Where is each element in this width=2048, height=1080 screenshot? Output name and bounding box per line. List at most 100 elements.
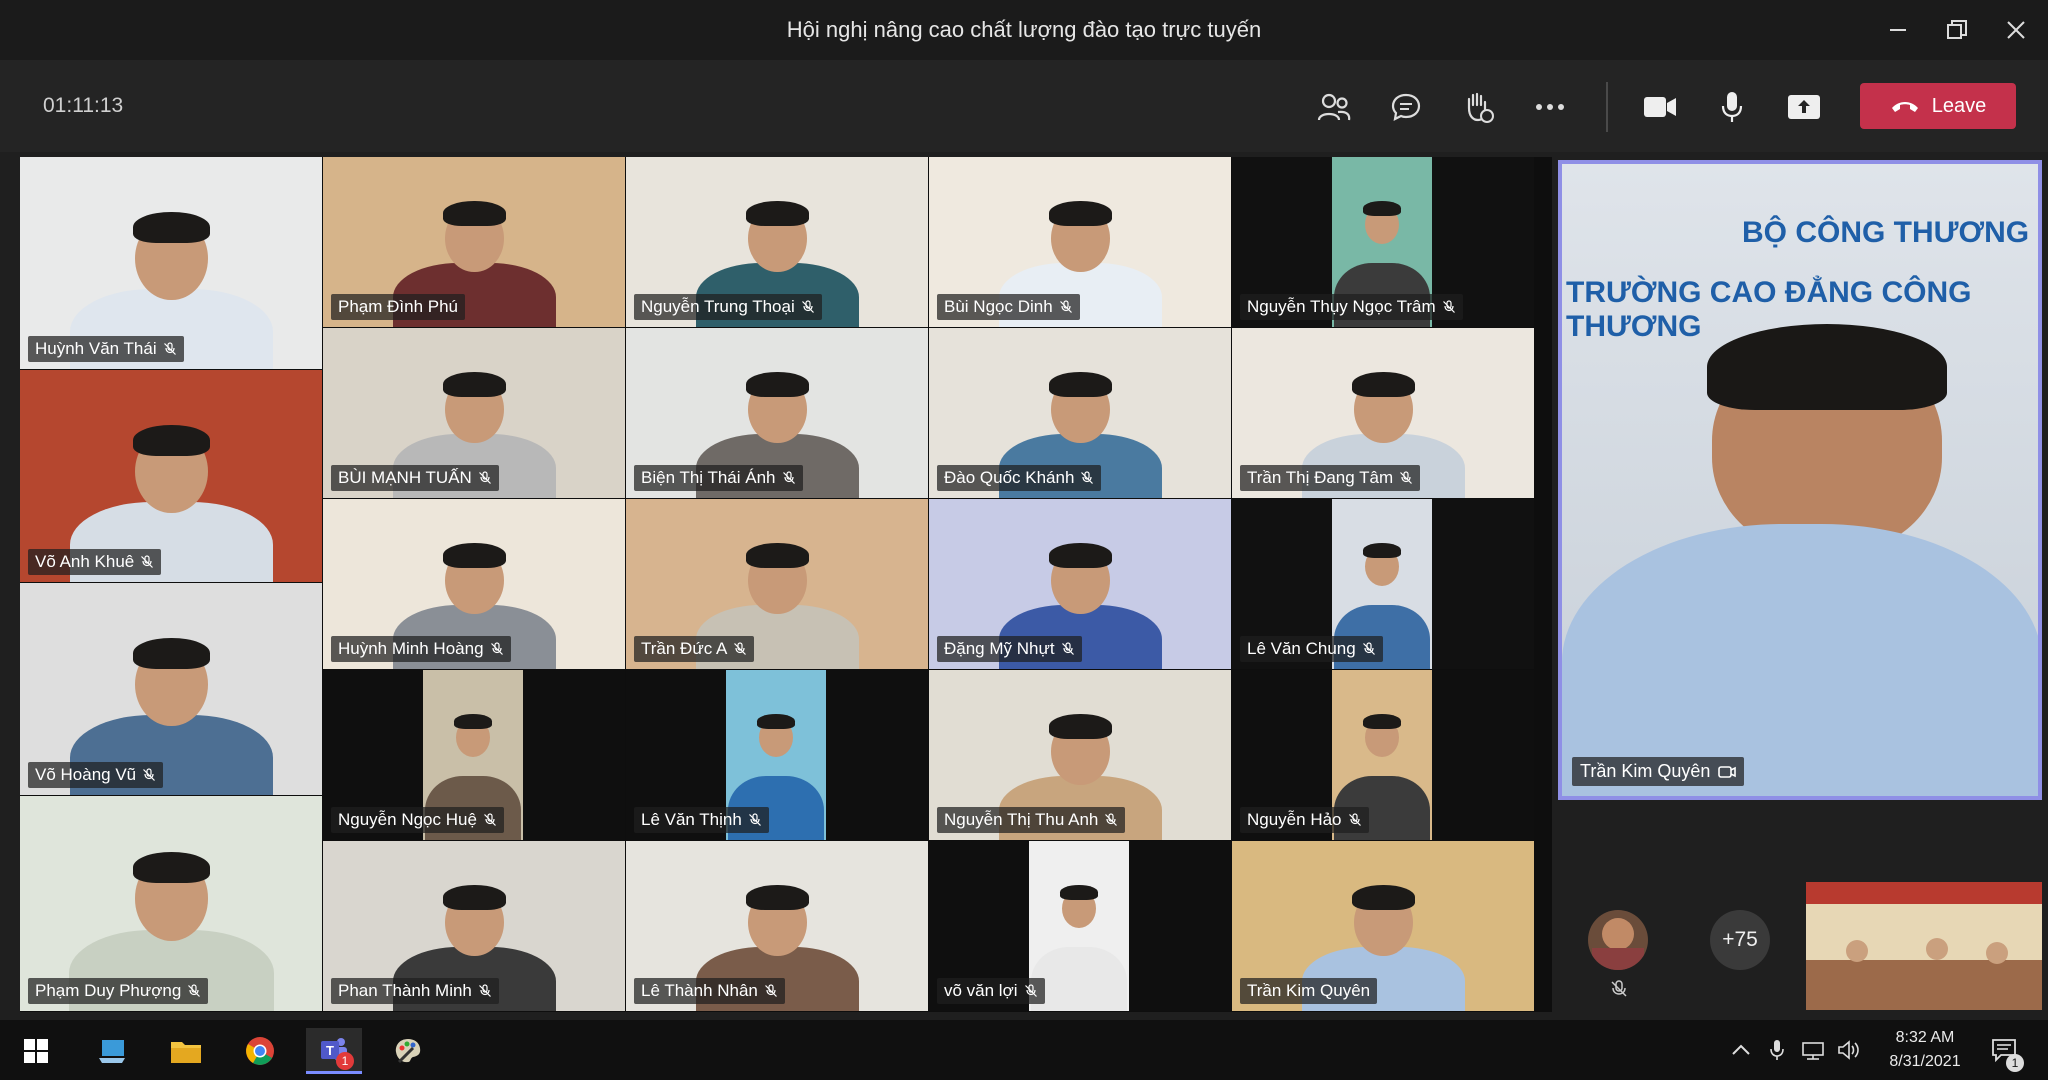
- tray-volume[interactable]: [1834, 1020, 1864, 1080]
- participant-name: Trần Thị Đang Tâm: [1247, 468, 1394, 487]
- participant-name: Huỳnh Văn Thái: [35, 339, 157, 358]
- participant-video-tile[interactable]: Đào Quốc Khánh: [929, 328, 1231, 498]
- participant-name: Nguyễn Thị Thu Anh: [944, 810, 1099, 829]
- microphone-button[interactable]: [1708, 84, 1756, 130]
- minimize-button[interactable]: [1878, 12, 1918, 48]
- mic-off-icon: [143, 768, 156, 781]
- taskbar-file-explorer[interactable]: [158, 1028, 214, 1074]
- participant-hair: [1352, 372, 1415, 397]
- mic-off-icon: [1611, 980, 1627, 997]
- taskbar-teams[interactable]: T 1: [306, 1028, 362, 1074]
- mic-off-icon: [141, 555, 154, 568]
- participant-video-tile[interactable]: võ văn lợi: [929, 841, 1231, 1011]
- participant-video-tile[interactable]: Lê Văn Thịnh: [626, 670, 928, 840]
- mic-off-icon: [483, 813, 496, 826]
- speaker-hair: [1707, 324, 1947, 410]
- participant-video-tile[interactable]: Huỳnh Văn Thái: [20, 157, 322, 369]
- participant-name-label: Trần Kim Quyên: [1240, 978, 1378, 1004]
- participant-name-label: võ văn lợi: [937, 978, 1045, 1004]
- participant-video-tile[interactable]: Bùi Ngọc Dinh: [929, 157, 1231, 327]
- participant-video-tile[interactable]: Phạm Đình Phú: [323, 157, 625, 327]
- participant-name: Phạm Đình Phú: [338, 297, 459, 316]
- participant-video-tile[interactable]: Lê Văn Chung: [1232, 499, 1534, 669]
- show-hidden-icons-button[interactable]: [1726, 1020, 1756, 1080]
- mic-off-icon: [478, 984, 491, 997]
- participant-name-label: Nguyễn Trung Thoại: [634, 294, 822, 320]
- tray-network[interactable]: [1798, 1020, 1828, 1080]
- pinned-icon: [1718, 765, 1737, 778]
- computer-icon: [99, 1040, 125, 1063]
- participant-video-tile[interactable]: Biện Thị Thái Ánh: [626, 328, 928, 498]
- close-button[interactable]: [1996, 12, 2036, 48]
- participant-video-tile[interactable]: Đặng Mỹ Nhựt: [929, 499, 1231, 669]
- participant-video-tile[interactable]: Nguyễn Thị Thu Anh: [929, 670, 1231, 840]
- chrome-icon: [246, 1037, 274, 1065]
- participant-name-label: Lê Thành Nhân: [634, 978, 785, 1004]
- paint-icon: [395, 1039, 421, 1064]
- participant-video-tile[interactable]: Nguyễn Thụy Ngọc Trâm: [1232, 157, 1534, 327]
- leave-label: Leave: [1931, 94, 1987, 117]
- participant-name-label: Võ Anh Khuê: [28, 549, 162, 575]
- participant-hair: [443, 543, 506, 568]
- chat-button[interactable]: [1382, 84, 1430, 130]
- taskbar-chrome[interactable]: [232, 1028, 288, 1074]
- action-center-button[interactable]: 1: [1982, 1020, 2026, 1080]
- participant-hair: [1352, 885, 1415, 910]
- participant-hair: [132, 852, 211, 883]
- participant-name-label: Huỳnh Văn Thái: [28, 336, 184, 362]
- participant-name: Lê Văn Chung: [1247, 639, 1356, 658]
- mic-icon: [1721, 92, 1743, 122]
- participant-name: Nguyễn Trung Thoại: [641, 297, 795, 316]
- more-actions-button[interactable]: [1526, 84, 1574, 130]
- more-icon: [1536, 104, 1564, 110]
- reactions-button[interactable]: [1454, 84, 1502, 130]
- tray-microphone[interactable]: [1762, 1020, 1792, 1080]
- mic-off-icon: [163, 342, 176, 355]
- taskbar: T 1 8:32 AM 8/31/2021 1: [0, 1020, 2048, 1080]
- participant-name: Nguyễn Thụy Ngọc Trâm: [1247, 297, 1436, 316]
- participant-hair: [133, 212, 210, 243]
- participant-hair: [1049, 714, 1112, 739]
- self-view-video[interactable]: [1806, 882, 2042, 1010]
- camera-button[interactable]: [1636, 84, 1684, 130]
- participants-button[interactable]: [1310, 84, 1358, 130]
- more-participants-button[interactable]: +75: [1710, 910, 1770, 970]
- participant-name-label: Trần Thị Đang Tâm: [1240, 465, 1421, 491]
- spotlight-video[interactable]: BỘ CÔNG THƯƠNG TRƯỜNG CAO ĐẲNG CÔNG THƯƠ…: [1558, 160, 2042, 800]
- participant-video-tile[interactable]: Lê Thành Nhân: [626, 841, 928, 1011]
- mic-off-icon: [764, 984, 777, 997]
- participant-name: Biện Thị Thái Ánh: [641, 468, 776, 487]
- participant-hair: [1060, 885, 1098, 900]
- mic-off-icon: [734, 642, 747, 655]
- participant-video-tile[interactable]: Trần Kim Quyên: [1232, 841, 1534, 1011]
- participant-video-tile[interactable]: Huỳnh Minh Hoàng: [323, 499, 625, 669]
- participant-video-tile[interactable]: Phan Thành Minh: [323, 841, 625, 1011]
- participant-video-tile[interactable]: Nguyễn Trung Thoại: [626, 157, 928, 327]
- participant-video-tile[interactable]: BÙI MẠNH TUẤN: [323, 328, 625, 498]
- participant-name: Đào Quốc Khánh: [944, 468, 1075, 487]
- participant-name: Võ Hoàng Vũ: [35, 765, 137, 784]
- participant-name: Đặng Mỹ Nhựt: [944, 639, 1055, 658]
- mic-off-icon: [1059, 300, 1072, 313]
- participant-video-tile[interactable]: Trần Đức A: [626, 499, 928, 669]
- participant-video-tile[interactable]: Nguyễn Hảo: [1232, 670, 1534, 840]
- participant-video-tile[interactable]: Nguyễn Ngọc Huệ: [323, 670, 625, 840]
- share-screen-button[interactable]: [1780, 84, 1828, 130]
- participant-video-tile[interactable]: Phạm Duy Phượng: [20, 796, 322, 1011]
- leave-button[interactable]: Leave: [1860, 83, 2016, 129]
- taskbar-paint[interactable]: [380, 1028, 436, 1074]
- participant-video-tile[interactable]: Võ Anh Khuê: [20, 370, 322, 582]
- participant-name: Trần Đức A: [641, 639, 728, 658]
- participant-avatar[interactable]: [1588, 910, 1648, 970]
- participant-hair: [746, 372, 809, 397]
- restore-button[interactable]: [1937, 12, 1977, 48]
- taskbar-this-pc[interactable]: [84, 1028, 140, 1074]
- participant-video-tile[interactable]: Võ Hoàng Vũ: [20, 583, 322, 795]
- taskbar-clock[interactable]: 8:32 AM 8/31/2021: [1870, 1026, 1980, 1074]
- participant-video-tile[interactable]: Trần Thị Đang Tâm: [1232, 328, 1534, 498]
- start-button[interactable]: [8, 1028, 64, 1074]
- participant-name-label: BÙI MẠNH TUẤN: [331, 465, 499, 491]
- participant-name: Võ Anh Khuê: [35, 552, 135, 571]
- people-icon: [1317, 93, 1351, 121]
- participant-hair: [1363, 543, 1401, 558]
